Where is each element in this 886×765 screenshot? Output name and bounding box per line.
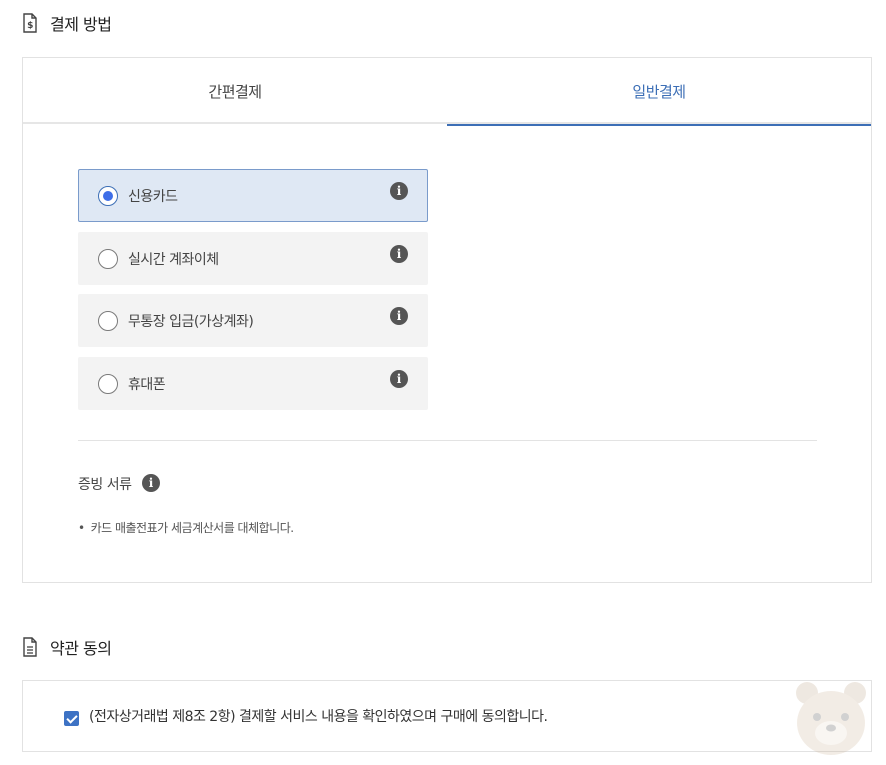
terms-section-title: 약관 동의 — [50, 639, 112, 658]
tab-simple-payment[interactable]: 간편결제 — [23, 58, 447, 124]
radio-button[interactable] — [98, 249, 118, 269]
payment-method-label: 신용카드 — [128, 189, 178, 205]
divider — [78, 440, 817, 441]
bullet: • — [78, 521, 85, 535]
payment-method-bank-transfer[interactable]: 실시간 계좌이체 i — [78, 232, 428, 285]
terms-panel: (전자상거래법 제8조 2항) 결제할 서비스 내용을 확인하였으며 구매에 동… — [22, 680, 872, 752]
payment-method-label: 실시간 계좌이체 — [128, 252, 219, 268]
payment-method-credit-card[interactable]: 신용카드 i — [78, 169, 428, 222]
svg-text:$: $ — [27, 21, 33, 31]
payment-method-label: 무통장 입금(가상계좌) — [128, 314, 254, 330]
receipt-dollar-icon: $ — [22, 13, 38, 33]
payment-method-mobile[interactable]: 휴대폰 i — [78, 357, 428, 410]
radio-button[interactable] — [98, 186, 118, 206]
payment-method-label: 휴대폰 — [128, 377, 166, 393]
receipt-label: 증빙 서류 — [78, 477, 132, 493]
document-icon — [22, 637, 38, 657]
bear-mascot-icon — [793, 679, 869, 757]
info-icon[interactable]: i — [390, 370, 408, 388]
payment-section-header: $ 결제 방법 — [22, 11, 112, 35]
receipt-note-text: 카드 매출전표가 세금계산서를 대체합니다. — [90, 521, 294, 535]
payment-section-title: 결제 방법 — [50, 15, 112, 34]
agreement-text[interactable]: (전자상거래법 제8조 2항) 결제할 서비스 내용을 확인하였으며 구매에 동… — [89, 706, 548, 726]
info-icon[interactable]: i — [390, 307, 408, 325]
info-icon[interactable]: i — [390, 182, 408, 200]
terms-section-header: 약관 동의 — [22, 635, 112, 659]
agree-checkbox[interactable] — [64, 711, 79, 726]
info-icon[interactable]: i — [390, 245, 408, 263]
payment-method-virtual-account[interactable]: 무통장 입금(가상계좌) i — [78, 294, 428, 347]
payment-tabs: 간편결제 일반결제 — [23, 58, 871, 126]
tab-general-payment[interactable]: 일반결제 — [447, 58, 871, 126]
radio-button[interactable] — [98, 374, 118, 394]
receipt-note: • 카드 매출전표가 세금계산서를 대체합니다. — [78, 519, 294, 536]
receipt-info-icon[interactable]: i — [142, 474, 160, 492]
radio-button[interactable] — [98, 311, 118, 331]
payment-panel: 간편결제 일반결제 신용카드 i 실시간 계좌이체 i 무통장 입금(가상계좌)… — [22, 57, 872, 583]
